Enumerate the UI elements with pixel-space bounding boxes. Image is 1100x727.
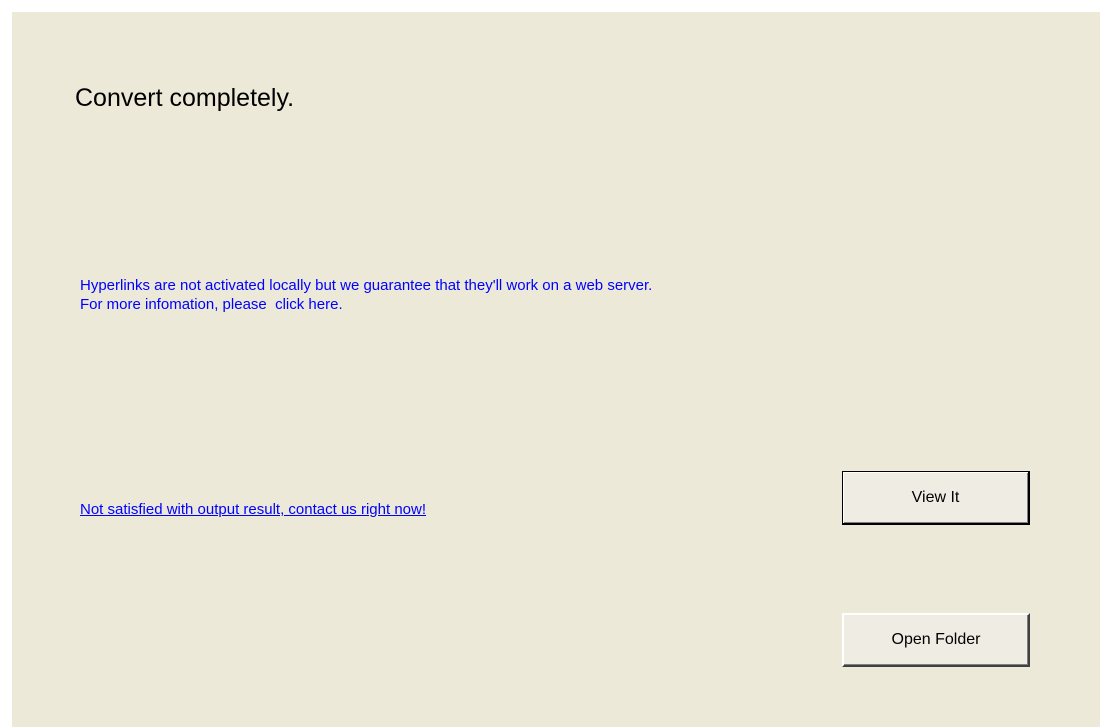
dialog-title: Convert completely. (75, 84, 295, 112)
contact-us-link[interactable]: Not satisfied with output result, contac… (80, 501, 426, 518)
view-it-button[interactable]: View It (842, 471, 1030, 525)
open-folder-button[interactable]: Open Folder (842, 613, 1030, 667)
info-line-1: Hyperlinks are not activated locally but… (80, 277, 653, 294)
hyperlink-info-text: Hyperlinks are not activated locally but… (80, 276, 652, 314)
info-line-2-click-here[interactable]: For more infomation, please click here. (80, 295, 652, 314)
convert-complete-dialog: Convert completely. Hyperlinks are not a… (12, 12, 1100, 727)
